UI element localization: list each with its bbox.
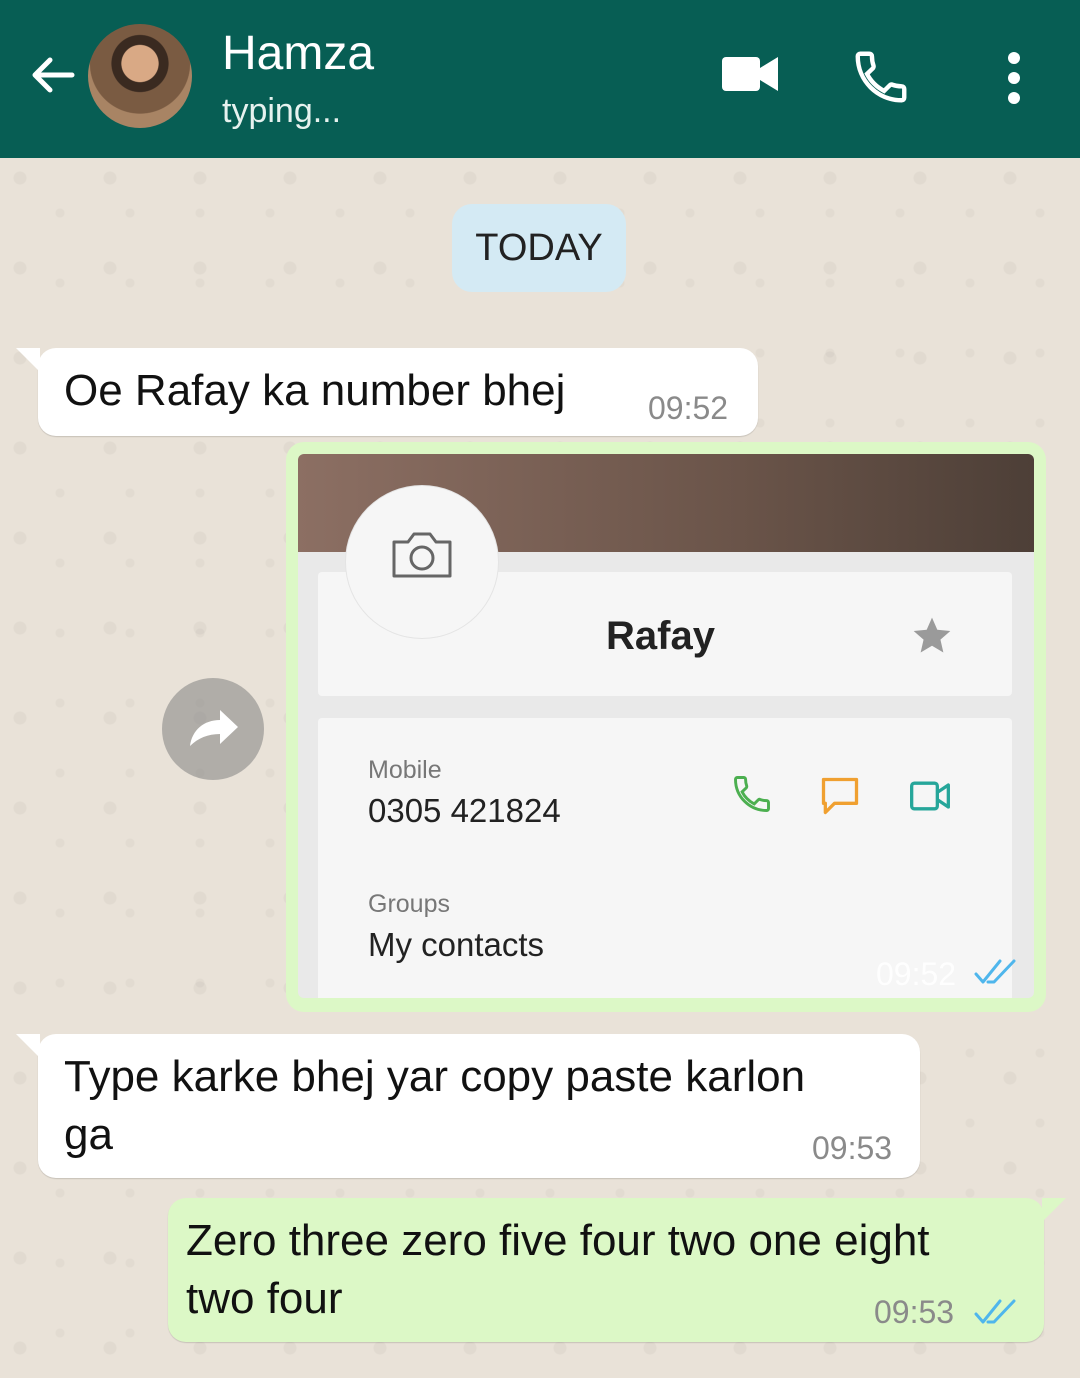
contact-status: typing... [222,92,342,130]
call-icon [734,776,770,812]
back-arrow-icon[interactable] [26,48,80,102]
message-text-line-1: Zero three zero five four two one eight [186,1216,930,1265]
camera-icon [392,532,452,578]
chat-header: Hamza typing... [0,0,1080,158]
message-time: 09:52 [876,956,957,992]
video-icon [910,781,950,811]
outgoing-message[interactable]: Zero three zero five four two one eight … [168,1198,1066,1342]
message-text: Oe Rafay ka number bhej [64,366,566,415]
voice-call-icon[interactable] [850,46,912,108]
message-icon [821,777,859,815]
read-receipt-icon [974,1299,1016,1324]
groups-value: My contacts [368,926,545,963]
read-receipt-icon [974,959,1016,984]
more-vert-icon[interactable] [1002,50,1026,106]
forward-icon [190,710,238,746]
message-time: 09:52 [648,390,729,426]
message-text-line-2: two four [186,1274,343,1323]
message-time: 09:53 [812,1130,893,1166]
contact-name[interactable]: Hamza [222,26,374,81]
groups-label: Groups [368,890,450,918]
message-text-line-1: Type karke bhej yar copy paste karlon [64,1052,806,1101]
message-time: 09:53 [874,1294,955,1330]
message-text-line-2: ga [64,1110,113,1159]
forward-button[interactable] [162,678,264,780]
contact-screenshot[interactable]: Rafay Mobile 0305 421824 Groups My conta… [298,454,1034,998]
shared-contact-name: Rafay [606,614,715,658]
video-call-icon[interactable] [722,54,778,94]
incoming-message[interactable]: Oe Rafay ka number bhej 09:52 [16,348,758,436]
date-chip: TODAY [452,204,626,292]
incoming-message[interactable]: Type karke bhej yar copy paste karlon ga… [16,1034,920,1178]
avatar[interactable] [88,24,192,128]
star-icon [913,617,951,653]
mobile-number: 0305 421824 [368,792,561,829]
mobile-label: Mobile [368,756,442,784]
